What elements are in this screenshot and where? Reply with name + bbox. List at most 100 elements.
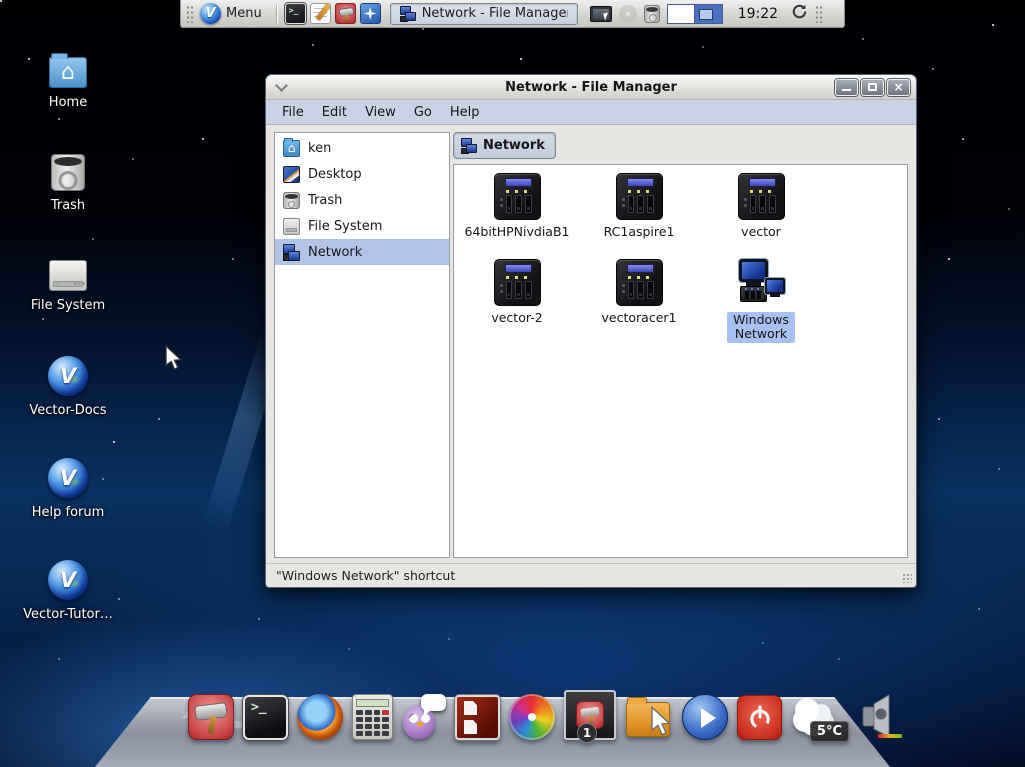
file-icon-view[interactable]: 64bitHPNivdiaB1 RC1aspire1 vector vector… <box>453 164 908 558</box>
panel-drag-handle-right[interactable] <box>815 5 823 23</box>
cloud-icon <box>795 698 819 722</box>
panel-trash-icon[interactable] <box>644 5 660 23</box>
sidebar-item-label: Trash <box>308 193 342 208</box>
resize-grip[interactable] <box>902 573 912 583</box>
dock-shutdown-icon[interactable] <box>737 695 782 740</box>
sidebar-item-ken[interactable]: ken <box>275 135 449 161</box>
drive-icon <box>49 260 87 291</box>
desktop-icon-home[interactable]: Home <box>14 50 122 152</box>
top-panel: Menu Network - File Manager 19:22 <box>180 0 845 28</box>
sidebar: ken Desktop Trash File System Network <box>274 132 450 558</box>
drive-icon <box>283 218 300 235</box>
dock-volume-icon[interactable] <box>856 692 906 740</box>
sidebar-item-desktop[interactable]: Desktop <box>275 161 449 187</box>
dock-image-viewer-icon[interactable] <box>509 694 555 740</box>
nas-server-icon <box>616 259 663 306</box>
path-button-label: Network <box>483 138 545 153</box>
file-label: 64bitHPNivdiaB1 <box>465 225 570 239</box>
globe-icon <box>48 356 88 396</box>
file-item-selected[interactable]: Windows Network <box>700 259 822 345</box>
desktop-icon-trash[interactable]: Trash <box>14 152 122 254</box>
speech-bubble-icon <box>421 694 446 711</box>
dock: 1 5°C <box>188 690 906 740</box>
desktop-icon-label: File System <box>31 298 105 313</box>
globe-icon <box>48 458 88 498</box>
menu-view[interactable]: View <box>357 103 404 122</box>
sidebar-item-filesystem[interactable]: File System <box>275 213 449 239</box>
network-icon <box>461 138 477 154</box>
network-icon <box>400 6 416 22</box>
dock-active-window-tile[interactable]: 1 <box>564 690 616 740</box>
nas-server-icon <box>738 173 785 220</box>
cd-drive-icon[interactable] <box>619 5 637 23</box>
cursor-arrow-icon <box>649 706 675 738</box>
desktop-icon <box>283 166 300 183</box>
home-icon <box>283 140 300 157</box>
desktop-icon-label: Vector-Docs <box>29 403 106 418</box>
path-button-network[interactable]: Network <box>453 132 556 159</box>
taskbar-window-label: Network - File Manager <box>422 6 568 21</box>
status-bar: "Windows Network" shortcut <box>266 563 916 587</box>
workspace-2[interactable] <box>695 5 722 23</box>
sidebar-item-network[interactable]: Network <box>275 239 449 265</box>
maximize-button[interactable] <box>861 79 884 96</box>
workspace-1[interactable] <box>668 5 695 23</box>
temperature-badge: 5°C <box>810 721 849 742</box>
panel-separator <box>276 5 277 23</box>
file-item[interactable]: vector-2 <box>456 259 578 345</box>
power-icon <box>746 704 774 732</box>
file-label: vectoracer1 <box>602 311 677 325</box>
home-folder-icon <box>49 57 87 88</box>
clock: 19:22 <box>738 6 778 22</box>
package-manager-launcher-icon[interactable] <box>335 3 356 24</box>
taskbar-window-button[interactable]: Network - File Manager <box>390 3 578 25</box>
path-bar: Network <box>453 132 908 164</box>
network-icon <box>283 244 300 261</box>
menu-file[interactable]: File <box>274 103 312 122</box>
file-label: vector <box>741 225 781 239</box>
menu-help[interactable]: Help <box>442 103 488 122</box>
dock-package-manager-icon[interactable] <box>188 694 234 740</box>
desktop-icon-vector-docs[interactable]: Vector-Docs <box>14 356 122 458</box>
file-item[interactable]: 64bitHPNivdiaB1 <box>456 173 578 259</box>
refresh-icon[interactable] <box>791 3 808 24</box>
nas-server-icon <box>494 259 541 306</box>
terminal-launcher-icon[interactable] <box>285 3 306 24</box>
dock-media-player-icon[interactable] <box>682 694 728 740</box>
workspace-switcher[interactable] <box>667 4 723 24</box>
dock-file-browser-icon[interactable] <box>625 694 673 740</box>
menu-button[interactable]: Menu <box>198 2 268 25</box>
desktop-icon-vector-tutor[interactable]: Vector-Tutor… <box>14 560 122 662</box>
dock-pidgin-icon[interactable] <box>402 694 446 740</box>
dock-calculator-icon[interactable] <box>352 694 393 740</box>
close-button[interactable]: × <box>887 79 910 96</box>
nas-server-icon <box>616 173 663 220</box>
file-item[interactable]: vector <box>700 173 822 259</box>
dock-weather-icon[interactable]: 5°C <box>791 694 847 740</box>
trash-icon <box>51 154 85 191</box>
sidebar-item-trash[interactable]: Trash <box>275 187 449 213</box>
titlebar[interactable]: Network - File Manager × <box>266 75 916 100</box>
dock-file-manager-icon[interactable] <box>455 695 500 740</box>
file-item[interactable]: vectoracer1 <box>578 259 700 345</box>
vector-logo-icon <box>200 3 221 24</box>
sidebar-item-label: File System <box>308 219 382 234</box>
desktop-icon-column: Home Trash File System Vector-Docs Help … <box>14 50 122 662</box>
dock-terminal-icon[interactable] <box>243 695 288 740</box>
desktop-icon-label: Vector-Tutor… <box>23 607 113 622</box>
text-editor-launcher-icon[interactable] <box>310 3 331 24</box>
desktop-icon-filesystem[interactable]: File System <box>14 254 122 356</box>
desktop-icon-help-forum[interactable]: Help forum <box>14 458 122 560</box>
file-item[interactable]: RC1aspire1 <box>578 173 700 259</box>
starfield <box>0 0 2 2</box>
panel-drag-handle[interactable] <box>186 5 194 23</box>
dock-firefox-icon[interactable] <box>297 694 343 740</box>
nas-server-icon <box>494 173 541 220</box>
menu-go[interactable]: Go <box>406 103 440 122</box>
display-settings-icon[interactable] <box>590 6 612 22</box>
file-label: vector-2 <box>491 311 542 325</box>
desktop-icon-label: Help forum <box>32 505 105 520</box>
menu-edit[interactable]: Edit <box>314 103 355 122</box>
minimize-button[interactable] <box>835 79 858 96</box>
settings-launcher-icon[interactable] <box>360 3 381 24</box>
